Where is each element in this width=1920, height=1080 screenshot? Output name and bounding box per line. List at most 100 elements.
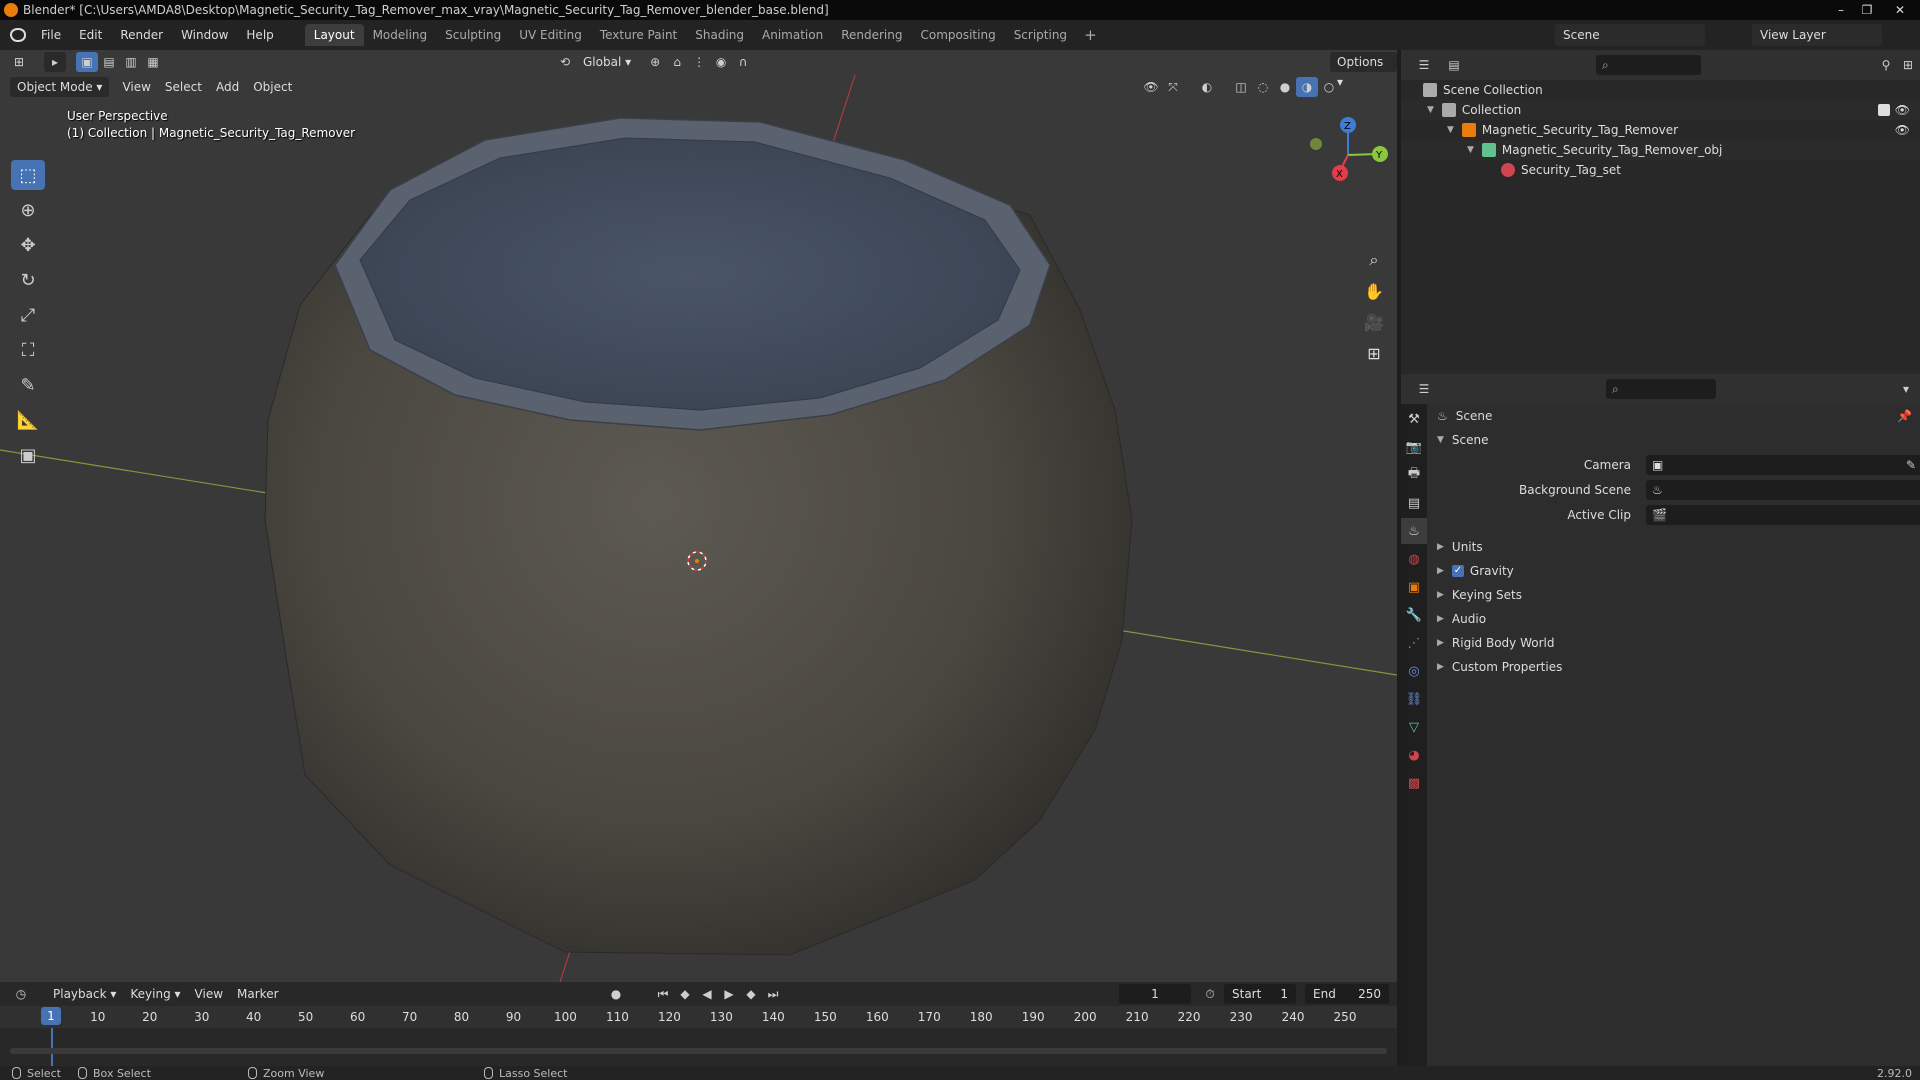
pivot-icon[interactable]: ⊕: [644, 52, 666, 72]
units-panel-header[interactable]: ▶ Units: [1429, 535, 1920, 559]
measure-tool-icon[interactable]: 📐: [11, 405, 45, 435]
particles-tab-icon[interactable]: ⋰: [1401, 630, 1427, 656]
scene-selector[interactable]: Scene: [1555, 24, 1705, 46]
solid-shading-icon[interactable]: ●: [1274, 77, 1296, 97]
wireframe-shading-icon[interactable]: ◌: [1252, 77, 1274, 97]
zoom-icon[interactable]: ⌕: [1360, 246, 1388, 274]
current-frame-marker[interactable]: 1: [41, 1007, 61, 1025]
viewport-menu-add[interactable]: Add: [209, 77, 246, 97]
gravity-checkbox[interactable]: ✓: [1451, 565, 1464, 577]
gravity-panel-header[interactable]: ▶ ✓ Gravity: [1429, 559, 1920, 583]
scene-panel-header[interactable]: ▼ Scene: [1429, 428, 1920, 452]
new-collection-icon[interactable]: ⊞: [1897, 55, 1919, 75]
falloff-icon[interactable]: ∩: [732, 52, 754, 72]
outliner-row-collection[interactable]: ▼ Collection 👁: [1401, 100, 1920, 120]
tab-animation[interactable]: Animation: [753, 24, 832, 46]
jump-start-icon[interactable]: ⏮: [652, 984, 674, 1004]
filter-icon[interactable]: ⚲: [1875, 55, 1897, 75]
close-button[interactable]: ✕: [1880, 0, 1920, 20]
proportional-edit-icon[interactable]: ◉: [710, 52, 732, 72]
transform-tool-icon[interactable]: ⛶: [11, 335, 45, 365]
visibility-icon[interactable]: 👁: [1140, 77, 1162, 97]
menu-edit[interactable]: Edit: [70, 20, 111, 50]
rotate-tool-icon[interactable]: ↻: [11, 265, 45, 295]
view-layer-selector[interactable]: View Layer: [1752, 24, 1882, 46]
constraints-tab-icon[interactable]: ⛓: [1401, 686, 1427, 712]
rigid-body-world-panel-header[interactable]: ▶ Rigid Body World: [1429, 631, 1920, 655]
jump-end-icon[interactable]: ⏭: [762, 984, 784, 1004]
pin-icon[interactable]: 📌: [1897, 409, 1912, 423]
scale-tool-icon[interactable]: ⤢: [11, 300, 45, 330]
select-box-tool-icon[interactable]: ⬚: [11, 160, 45, 190]
texture-tab-icon[interactable]: ▩: [1401, 770, 1427, 796]
tab-rendering[interactable]: Rendering: [832, 24, 911, 46]
eyedropper-icon[interactable]: ✎: [1906, 458, 1916, 472]
select-tool-icon[interactable]: ▸: [44, 52, 66, 72]
tab-sculpting[interactable]: Sculpting: [436, 24, 510, 46]
exclude-checkbox[interactable]: [1878, 104, 1890, 116]
add-cube-tool-icon[interactable]: ▣: [11, 440, 45, 470]
output-tab-icon[interactable]: 🖶: [1401, 462, 1427, 488]
visibility-eye-icon[interactable]: 👁: [1895, 123, 1910, 137]
menu-help[interactable]: Help: [237, 20, 282, 50]
gizmo-toggle-icon[interactable]: ⤧: [1162, 77, 1184, 97]
tab-shading[interactable]: Shading: [686, 24, 753, 46]
current-frame-field[interactable]: 1: [1119, 984, 1191, 1004]
audio-panel-header[interactable]: ▶ Audio: [1429, 607, 1920, 631]
navigation-gizmo[interactable]: Z Y X: [1310, 117, 1388, 181]
snap-target-icon[interactable]: ⋮: [688, 52, 710, 72]
ortho-grid-icon[interactable]: ⊞: [1360, 339, 1388, 367]
next-keyframe-icon[interactable]: ◆: [740, 984, 762, 1004]
menu-render[interactable]: Render: [111, 20, 172, 50]
timeline-menu-view[interactable]: View: [188, 984, 230, 1004]
3d-viewport[interactable]: Z Y X ⊞ ▸ ▣ ▤ ▥ ▦ ⟲ Global ▾ ⊕ ⌂ ⋮ ◉ ∩ O…: [0, 50, 1397, 982]
play-reverse-icon[interactable]: ◀: [696, 984, 718, 1004]
timeline-menu-playback[interactable]: Playback ▾: [46, 984, 123, 1004]
viewport-menu-select[interactable]: Select: [158, 77, 209, 97]
select-extend-icon[interactable]: ▤: [98, 52, 120, 72]
xray-toggle-icon[interactable]: ◫: [1230, 77, 1252, 97]
tool-tab-icon[interactable]: ⚒: [1401, 406, 1427, 432]
view-layer-tab-icon[interactable]: ▤: [1401, 490, 1427, 516]
options-button[interactable]: Options ▾: [1330, 52, 1397, 89]
modifier-tab-icon[interactable]: 🔧: [1401, 602, 1427, 628]
display-mode-icon[interactable]: ▤: [1443, 55, 1465, 75]
object-tab-icon[interactable]: ▣: [1401, 574, 1427, 600]
minimize-button[interactable]: –: [1828, 0, 1854, 20]
outliner-row-object[interactable]: ▼ Magnetic_Security_Tag_Remover 👁: [1401, 120, 1920, 140]
viewport-menu-view[interactable]: View: [115, 77, 157, 97]
timeline-scrollbar[interactable]: [10, 1048, 1387, 1054]
menu-window[interactable]: Window: [172, 20, 237, 50]
scene-tab-icon[interactable]: ♨: [1401, 518, 1427, 544]
outliner-row-scene-collection[interactable]: Scene Collection: [1401, 80, 1920, 100]
cursor-tool-icon[interactable]: ⊕: [11, 195, 45, 225]
active-clip-field[interactable]: 🎬: [1646, 504, 1920, 525]
mesh-data-tab-icon[interactable]: ▽: [1401, 714, 1427, 740]
select-new-icon[interactable]: ▣: [76, 52, 98, 72]
select-invert-icon[interactable]: ▦: [142, 52, 164, 72]
keying-sets-panel-header[interactable]: ▶ Keying Sets: [1429, 583, 1920, 607]
world-tab-icon[interactable]: ◍: [1401, 546, 1427, 572]
prev-keyframe-icon[interactable]: ◆: [674, 984, 696, 1004]
menu-file[interactable]: File: [32, 20, 70, 50]
play-icon[interactable]: ▶: [718, 984, 740, 1004]
maximize-button[interactable]: ❐: [1854, 0, 1880, 20]
background-scene-field[interactable]: ♨: [1646, 479, 1920, 500]
tab-texture-paint[interactable]: Texture Paint: [591, 24, 686, 46]
tab-uv-editing[interactable]: UV Editing: [510, 24, 591, 46]
timeline-menu-keying[interactable]: Keying ▾: [123, 984, 187, 1004]
tab-modeling[interactable]: Modeling: [364, 24, 437, 46]
material-tab-icon[interactable]: ◕: [1401, 742, 1427, 768]
render-tab-icon[interactable]: 📷: [1401, 434, 1427, 460]
properties-editor-type-icon[interactable]: ☰: [1413, 379, 1435, 399]
properties-options-icon[interactable]: ▾: [1895, 379, 1917, 399]
timeline-editor-type-icon[interactable]: ◷: [10, 984, 32, 1004]
outliner-editor-type-icon[interactable]: ☰: [1413, 55, 1435, 75]
rendered-shading-icon[interactable]: ○: [1318, 77, 1340, 97]
playhead-line[interactable]: [51, 1028, 53, 1066]
custom-properties-panel-header[interactable]: ▶ Custom Properties: [1429, 655, 1920, 679]
overlay-toggle-icon[interactable]: ◐: [1196, 77, 1218, 97]
timeline-menu-marker[interactable]: Marker: [230, 984, 285, 1004]
pan-hand-icon[interactable]: ✋: [1360, 277, 1388, 305]
timeline-ruler[interactable]: 1 10 20 30 40 50 60 70 80 90 100 110 120 130 140 150 160…: [0, 1006, 1397, 1028]
